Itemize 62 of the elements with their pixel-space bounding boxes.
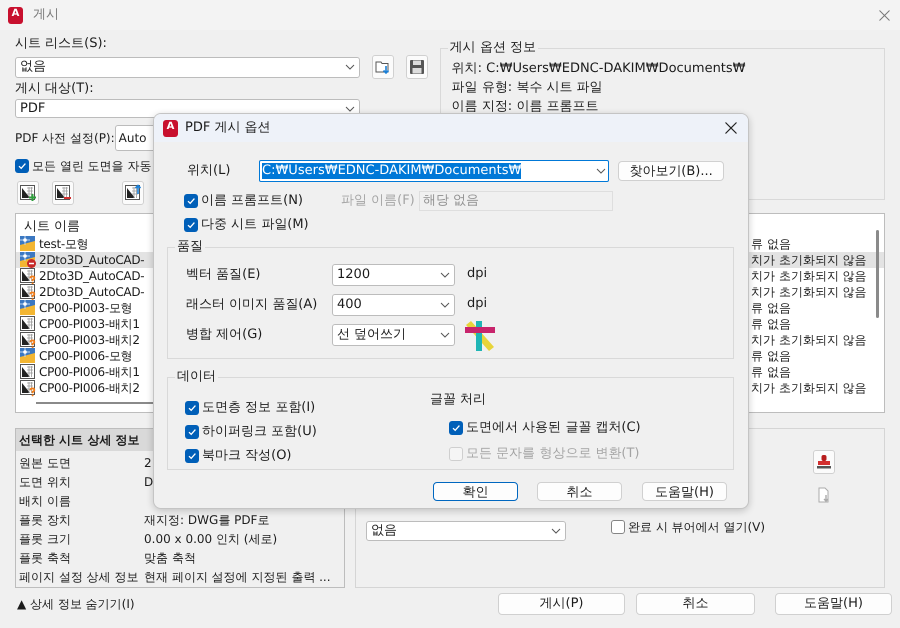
detail-value: D xyxy=(144,474,154,490)
field-label: 벡터 품질(E) xyxy=(185,266,262,284)
sheet-status: 치가 초기화되지 않음 xyxy=(751,252,867,269)
group-title: 품질 xyxy=(175,239,205,255)
field-label: 래스터 이미지 품질(A) xyxy=(185,296,318,314)
field-label: 시트 리스트(S): xyxy=(15,35,108,53)
detail-label: 플롯 장치 xyxy=(18,512,72,528)
detail-value: 0.00 x 0.00 인치 (세로) xyxy=(144,530,278,548)
detail-label: 배치 이름 xyxy=(18,492,72,510)
sheet-name: test-모형 xyxy=(39,236,88,253)
sheet-name: CP00-PI006-배치2 xyxy=(39,380,140,397)
detail-value: 재지정: DWG를 PDF로 xyxy=(144,512,270,528)
unit-label: dpi xyxy=(467,294,488,313)
detail-label: 도면 위치 xyxy=(18,474,72,490)
sheet-name: 2Dto3D_AutoCAD- xyxy=(39,268,144,285)
detail-label: 플롯 축척 xyxy=(18,550,72,566)
sheet-status: 치가 초기화되지 않음 xyxy=(751,284,867,301)
sheet-name: CP00-PI003-배치2 xyxy=(39,332,140,349)
sheet-status: 류 없음 xyxy=(751,236,791,253)
sheet-status: 류 없음 xyxy=(751,364,791,381)
sheet-name: CP00-PI003-모형 xyxy=(39,300,132,317)
field-label: 게시 대상(T): xyxy=(15,80,95,98)
section-label: 글꼴 처리 xyxy=(430,392,488,408)
group-title: 데이터 xyxy=(175,369,218,385)
sheet-status: 치가 초기화되지 않음 xyxy=(751,268,867,285)
checkbox-label: 모든 열린 도면을 자동 xyxy=(32,158,152,175)
detail-value: 2 xyxy=(144,454,152,472)
app-logo: A xyxy=(8,6,23,24)
checkbox-label: 완료 시 뷰어에서 열기(V) xyxy=(628,519,766,536)
detail-label: 플롯 크기 xyxy=(18,530,72,548)
sheet-name: 2Dto3D_AutoCAD- xyxy=(39,284,144,301)
field-label: 위치(L) xyxy=(186,162,232,180)
field-label: 병합 제어(G) xyxy=(185,326,264,344)
sheet-status: 류 없음 xyxy=(751,348,791,365)
detail-value: 현재 페이지 설정에 지정된 출력 ... xyxy=(144,568,331,586)
field-label: 파일 이름(F) xyxy=(341,192,415,210)
column-header: 시트 이름 xyxy=(24,218,80,236)
sheet-name: CP00-PI006-모형 xyxy=(39,348,132,365)
sheet-status: 치가 초기화되지 않음 xyxy=(751,332,867,349)
info-line: 위치: C:₩Users₩EDNC-DAKIM₩Documents₩ xyxy=(452,60,747,78)
info-line: 이름 지정: 이름 프롬프트 xyxy=(452,98,600,116)
info-line: 파일 유형: 복수 시트 파일 xyxy=(452,79,604,97)
sheet-status: 치가 초기화되지 않음 xyxy=(751,380,867,397)
checkbox-label: 모든 문자를 형상으로 변환(T) xyxy=(466,445,640,464)
detail-value: 맞춤 축척 xyxy=(144,550,196,566)
sheet-status: 류 없음 xyxy=(751,316,791,333)
detail-label: 원본 도면 xyxy=(18,454,72,472)
detail-label: 페이지 설정 상세 정보 xyxy=(18,568,140,586)
app-logo: A xyxy=(163,120,178,136)
checkbox-label: 다중 시트 파일(M) xyxy=(201,216,309,234)
group-title: 게시 옵션 정보 xyxy=(448,40,538,56)
sheet-status: 류 없음 xyxy=(751,300,791,317)
checkbox-label: 도면층 정보 포함(I) xyxy=(202,399,316,418)
sheet-name: CP00-PI006-배치1 xyxy=(39,364,140,381)
sheet-name: CP00-PI003-배치1 xyxy=(39,316,140,333)
unit-label: dpi xyxy=(467,264,488,283)
checkbox-label: 도면에서 사용된 글꼴 캡처(C) xyxy=(466,419,641,438)
checkbox-label: 이름 프롬프트(N) xyxy=(201,192,304,210)
sheet-name: 2Dto3D_AutoCAD- xyxy=(39,252,144,269)
window-title: 게시 xyxy=(33,6,59,24)
dialog-title: PDF 게시 옵션 xyxy=(185,119,271,138)
field-label: PDF 사전 설정(P): xyxy=(15,130,115,147)
